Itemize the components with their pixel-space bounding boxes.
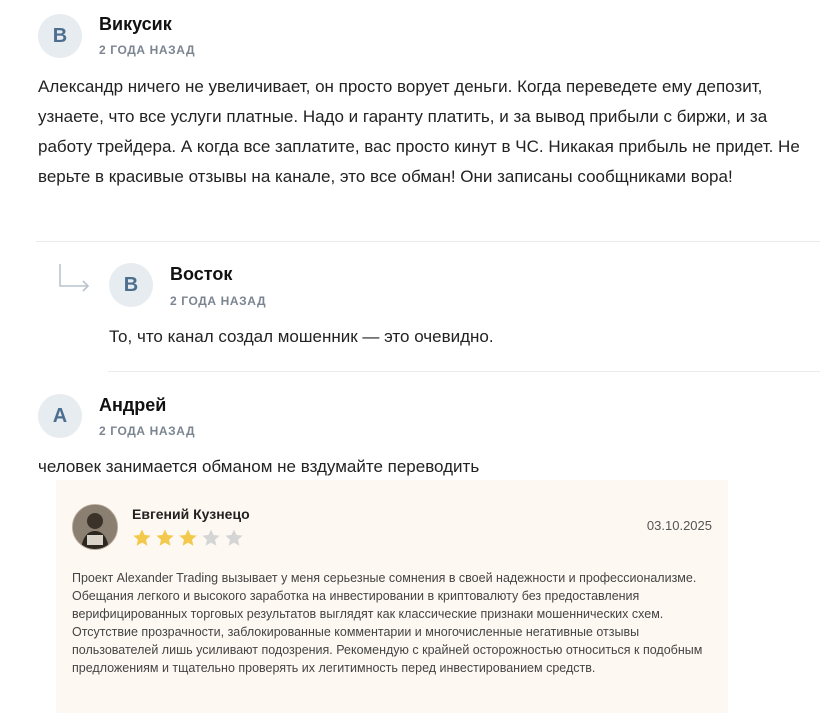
- reviewer-name: Евгений Кузнецо: [132, 506, 250, 522]
- star-icon: [133, 529, 151, 546]
- comment-date[interactable]: 2 года назад: [99, 43, 195, 57]
- comment-author[interactable]: Восток: [170, 264, 232, 285]
- reviewer-avatar: [72, 504, 118, 550]
- avatar: А: [38, 394, 82, 438]
- star-rating: [132, 528, 244, 548]
- comment-date[interactable]: 2 года назад: [99, 424, 195, 438]
- star-icon: [225, 529, 243, 546]
- avatar: В: [38, 14, 82, 58]
- comment-date[interactable]: 2 года назад: [170, 294, 266, 308]
- review-card: Евгений Кузнецо 03.10.2025 Проект Alexan…: [56, 480, 728, 713]
- star-icon: [179, 529, 197, 546]
- comment-text: человек занимается обманом не вздумайте …: [38, 457, 480, 476]
- comment-author[interactable]: Викусик: [99, 14, 172, 35]
- review-text: Проект Alexander Trading вызывает у меня…: [72, 571, 703, 675]
- review-date: 03.10.2025: [646, 518, 712, 533]
- reply-arrow-icon: [59, 264, 90, 292]
- avatar: В: [109, 263, 153, 307]
- comment-author[interactable]: Андрей: [99, 395, 166, 416]
- comment-text: То, что канал создал мошенник — это очев…: [109, 327, 494, 346]
- star-icon: [202, 529, 220, 546]
- comment-text: Александр ничего не увеличивает, он прос…: [38, 77, 800, 186]
- comment-divider: [108, 371, 820, 372]
- star-icon: [156, 529, 174, 546]
- comment-divider: [36, 241, 820, 242]
